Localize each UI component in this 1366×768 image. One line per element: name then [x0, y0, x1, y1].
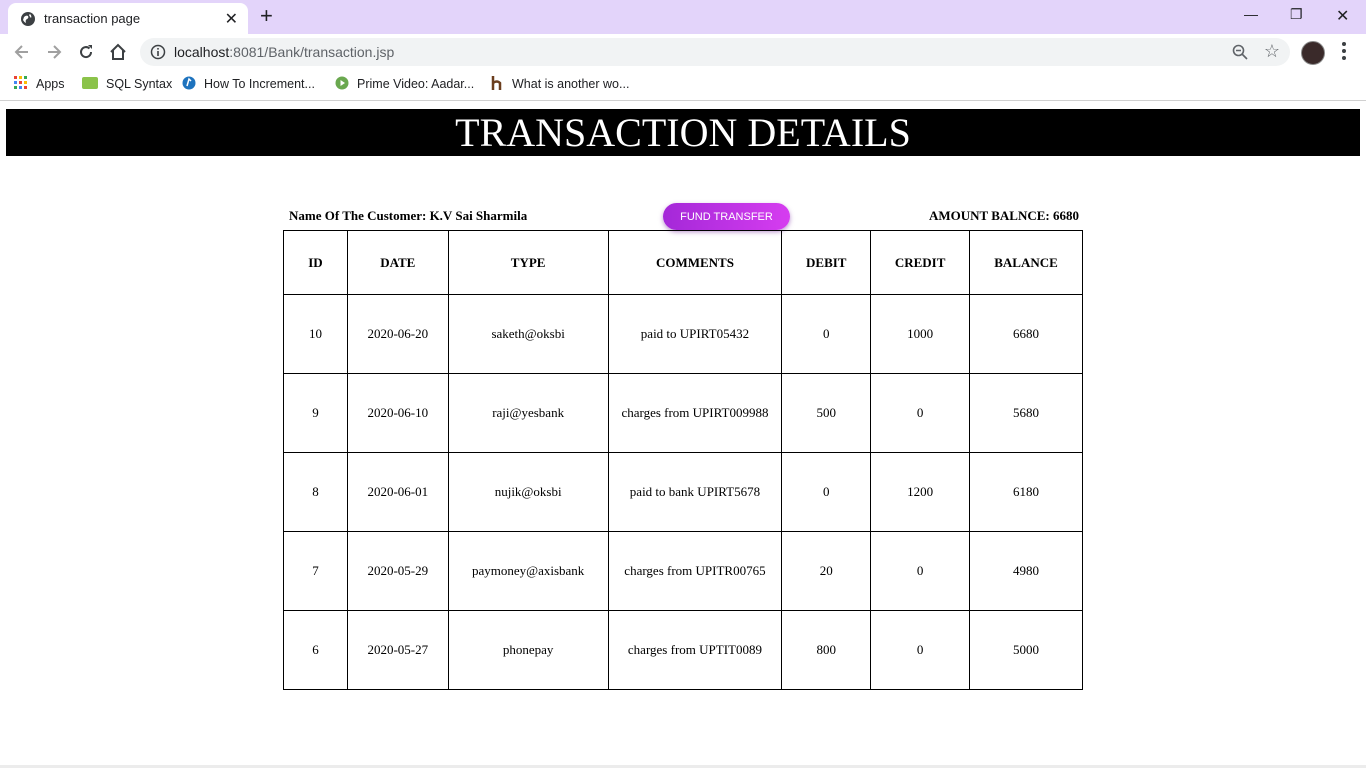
cell-credit: 1000	[870, 294, 971, 374]
cell-id: 8	[283, 452, 348, 532]
cell-debit: 0	[781, 452, 872, 532]
cell-id: 6	[283, 610, 348, 690]
bookmark-label: Prime Video: Aadar...	[357, 77, 475, 91]
column-header-comments: COMMENTS	[607, 230, 783, 295]
column-header-type: TYPE	[447, 230, 609, 295]
cell-date: 2020-06-01	[346, 452, 449, 532]
cell-credit: 0	[870, 610, 971, 690]
window-close-icon[interactable]: ✕	[1336, 6, 1349, 26]
browser-toolbar: localhost:8081/Bank/transaction.jsp ☆	[0, 34, 1366, 70]
column-header-id: ID	[283, 230, 348, 295]
bookmark-label: How To Increment...	[204, 77, 315, 91]
info-icon[interactable]	[150, 44, 166, 60]
table-row: 8 2020-06-01 nujik@oksbi paid to bank UP…	[283, 452, 1083, 532]
bookmarks-bar: Apps SQL Syntax How To Increment... Prim…	[0, 70, 1366, 101]
page-title: TRANSACTION DETAILS	[6, 109, 1360, 156]
column-header-credit: CREDIT	[870, 230, 971, 295]
amount-balance: AMOUNT BALNCE: 6680	[929, 208, 1079, 223]
cell-type: nujik@oksbi	[447, 452, 609, 532]
bookmark-label: Apps	[36, 77, 65, 91]
table-header-row: ID DATE TYPE COMMENTS DEBIT CREDIT BALAN…	[283, 230, 1083, 295]
profile-avatar[interactable]	[1301, 41, 1325, 65]
cell-comments: charges from UPIRT009988	[607, 373, 783, 453]
cell-comments: paid to UPIRT05432	[607, 294, 783, 374]
cell-credit: 1200	[870, 452, 971, 532]
cell-type: raji@yesbank	[447, 373, 609, 453]
bookmark-label: What is another wo...	[512, 77, 630, 91]
cell-id: 10	[283, 294, 348, 374]
w3schools-icon	[82, 77, 98, 89]
cell-date: 2020-06-20	[346, 294, 449, 374]
cell-type: saketh@oksbi	[447, 294, 609, 374]
cell-date: 2020-06-10	[346, 373, 449, 453]
cell-id: 9	[283, 373, 348, 453]
bookmark-how-to-increment[interactable]: How To Increment...	[182, 76, 315, 91]
bookmark-sql-syntax[interactable]: SQL Syntax	[82, 76, 172, 91]
table-row: 6 2020-05-27 phonepay charges from UPTIT…	[283, 610, 1083, 690]
restore-icon[interactable]: ❐	[1290, 6, 1303, 23]
site-icon	[182, 76, 196, 90]
url-text: localhost:8081/Bank/transaction.jsp	[174, 44, 394, 60]
cell-balance: 6180	[969, 452, 1083, 532]
cell-type: paymoney@axisbank	[447, 531, 609, 611]
cell-id: 7	[283, 531, 348, 611]
globe-icon	[21, 12, 35, 26]
column-header-debit: DEBIT	[781, 230, 872, 295]
bookmark-what-is-another[interactable]: What is another wo...	[490, 76, 629, 91]
column-header-date: DATE	[346, 230, 449, 295]
cell-date: 2020-05-27	[346, 610, 449, 690]
cell-debit: 500	[781, 373, 872, 453]
minimize-icon[interactable]: —	[1244, 6, 1258, 22]
bookmark-star-icon[interactable]: ☆	[1264, 41, 1280, 62]
new-tab-icon[interactable]: +	[260, 5, 273, 27]
cell-date: 2020-05-29	[346, 531, 449, 611]
cell-balance: 5680	[969, 373, 1083, 453]
reload-icon[interactable]	[76, 42, 96, 62]
h-letter-icon	[491, 76, 502, 90]
bookmark-apps[interactable]: Apps	[14, 76, 65, 91]
menu-icon[interactable]	[1340, 40, 1348, 62]
cell-comments: paid to bank UPIRT5678	[607, 452, 783, 532]
cell-debit: 0	[781, 294, 872, 374]
bookmark-prime-video[interactable]: Prime Video: Aadar...	[335, 76, 474, 91]
cell-balance: 5000	[969, 610, 1083, 690]
url-path: :8081/Bank/transaction.jsp	[229, 44, 395, 60]
zoom-out-icon[interactable]	[1232, 44, 1248, 60]
table-row: 10 2020-06-20 saketh@oksbi paid to UPIRT…	[283, 294, 1083, 374]
back-icon[interactable]	[12, 42, 32, 62]
column-header-balance: BALANCE	[969, 230, 1083, 295]
address-bar[interactable]: localhost:8081/Bank/transaction.jsp ☆	[140, 38, 1290, 66]
url-host: localhost	[174, 44, 230, 60]
browser-tab-bar: transaction page ✕ + — ❐ ✕	[0, 0, 1366, 34]
apps-grid-icon	[14, 76, 27, 89]
cell-debit: 20	[781, 531, 872, 611]
bookmark-label: SQL Syntax	[106, 77, 173, 91]
cell-credit: 0	[870, 373, 971, 453]
transaction-table: ID DATE TYPE COMMENTS DEBIT CREDIT BALAN…	[283, 230, 1083, 690]
cell-comments: charges from UPITR00765	[607, 531, 783, 611]
play-icon	[335, 76, 349, 90]
browser-tab[interactable]: transaction page ✕	[8, 3, 248, 34]
tab-title: transaction page	[44, 11, 141, 26]
fund-transfer-button[interactable]: FUND TRANSFER	[663, 203, 790, 230]
close-tab-icon[interactable]: ✕	[225, 9, 238, 29]
forward-icon[interactable]	[44, 42, 64, 62]
cell-credit: 0	[870, 531, 971, 611]
cell-balance: 4980	[969, 531, 1083, 611]
table-row: 7 2020-05-29 paymoney@axisbank charges f…	[283, 531, 1083, 611]
home-icon[interactable]	[108, 42, 128, 62]
cell-type: phonepay	[447, 610, 609, 690]
cell-comments: charges from UPTIT0089	[607, 610, 783, 690]
cell-balance: 6680	[969, 294, 1083, 374]
cell-debit: 800	[781, 610, 872, 690]
customer-name: Name Of The Customer: K.V Sai Sharmila	[289, 208, 528, 223]
table-row: 9 2020-06-10 raji@yesbank charges from U…	[283, 373, 1083, 453]
